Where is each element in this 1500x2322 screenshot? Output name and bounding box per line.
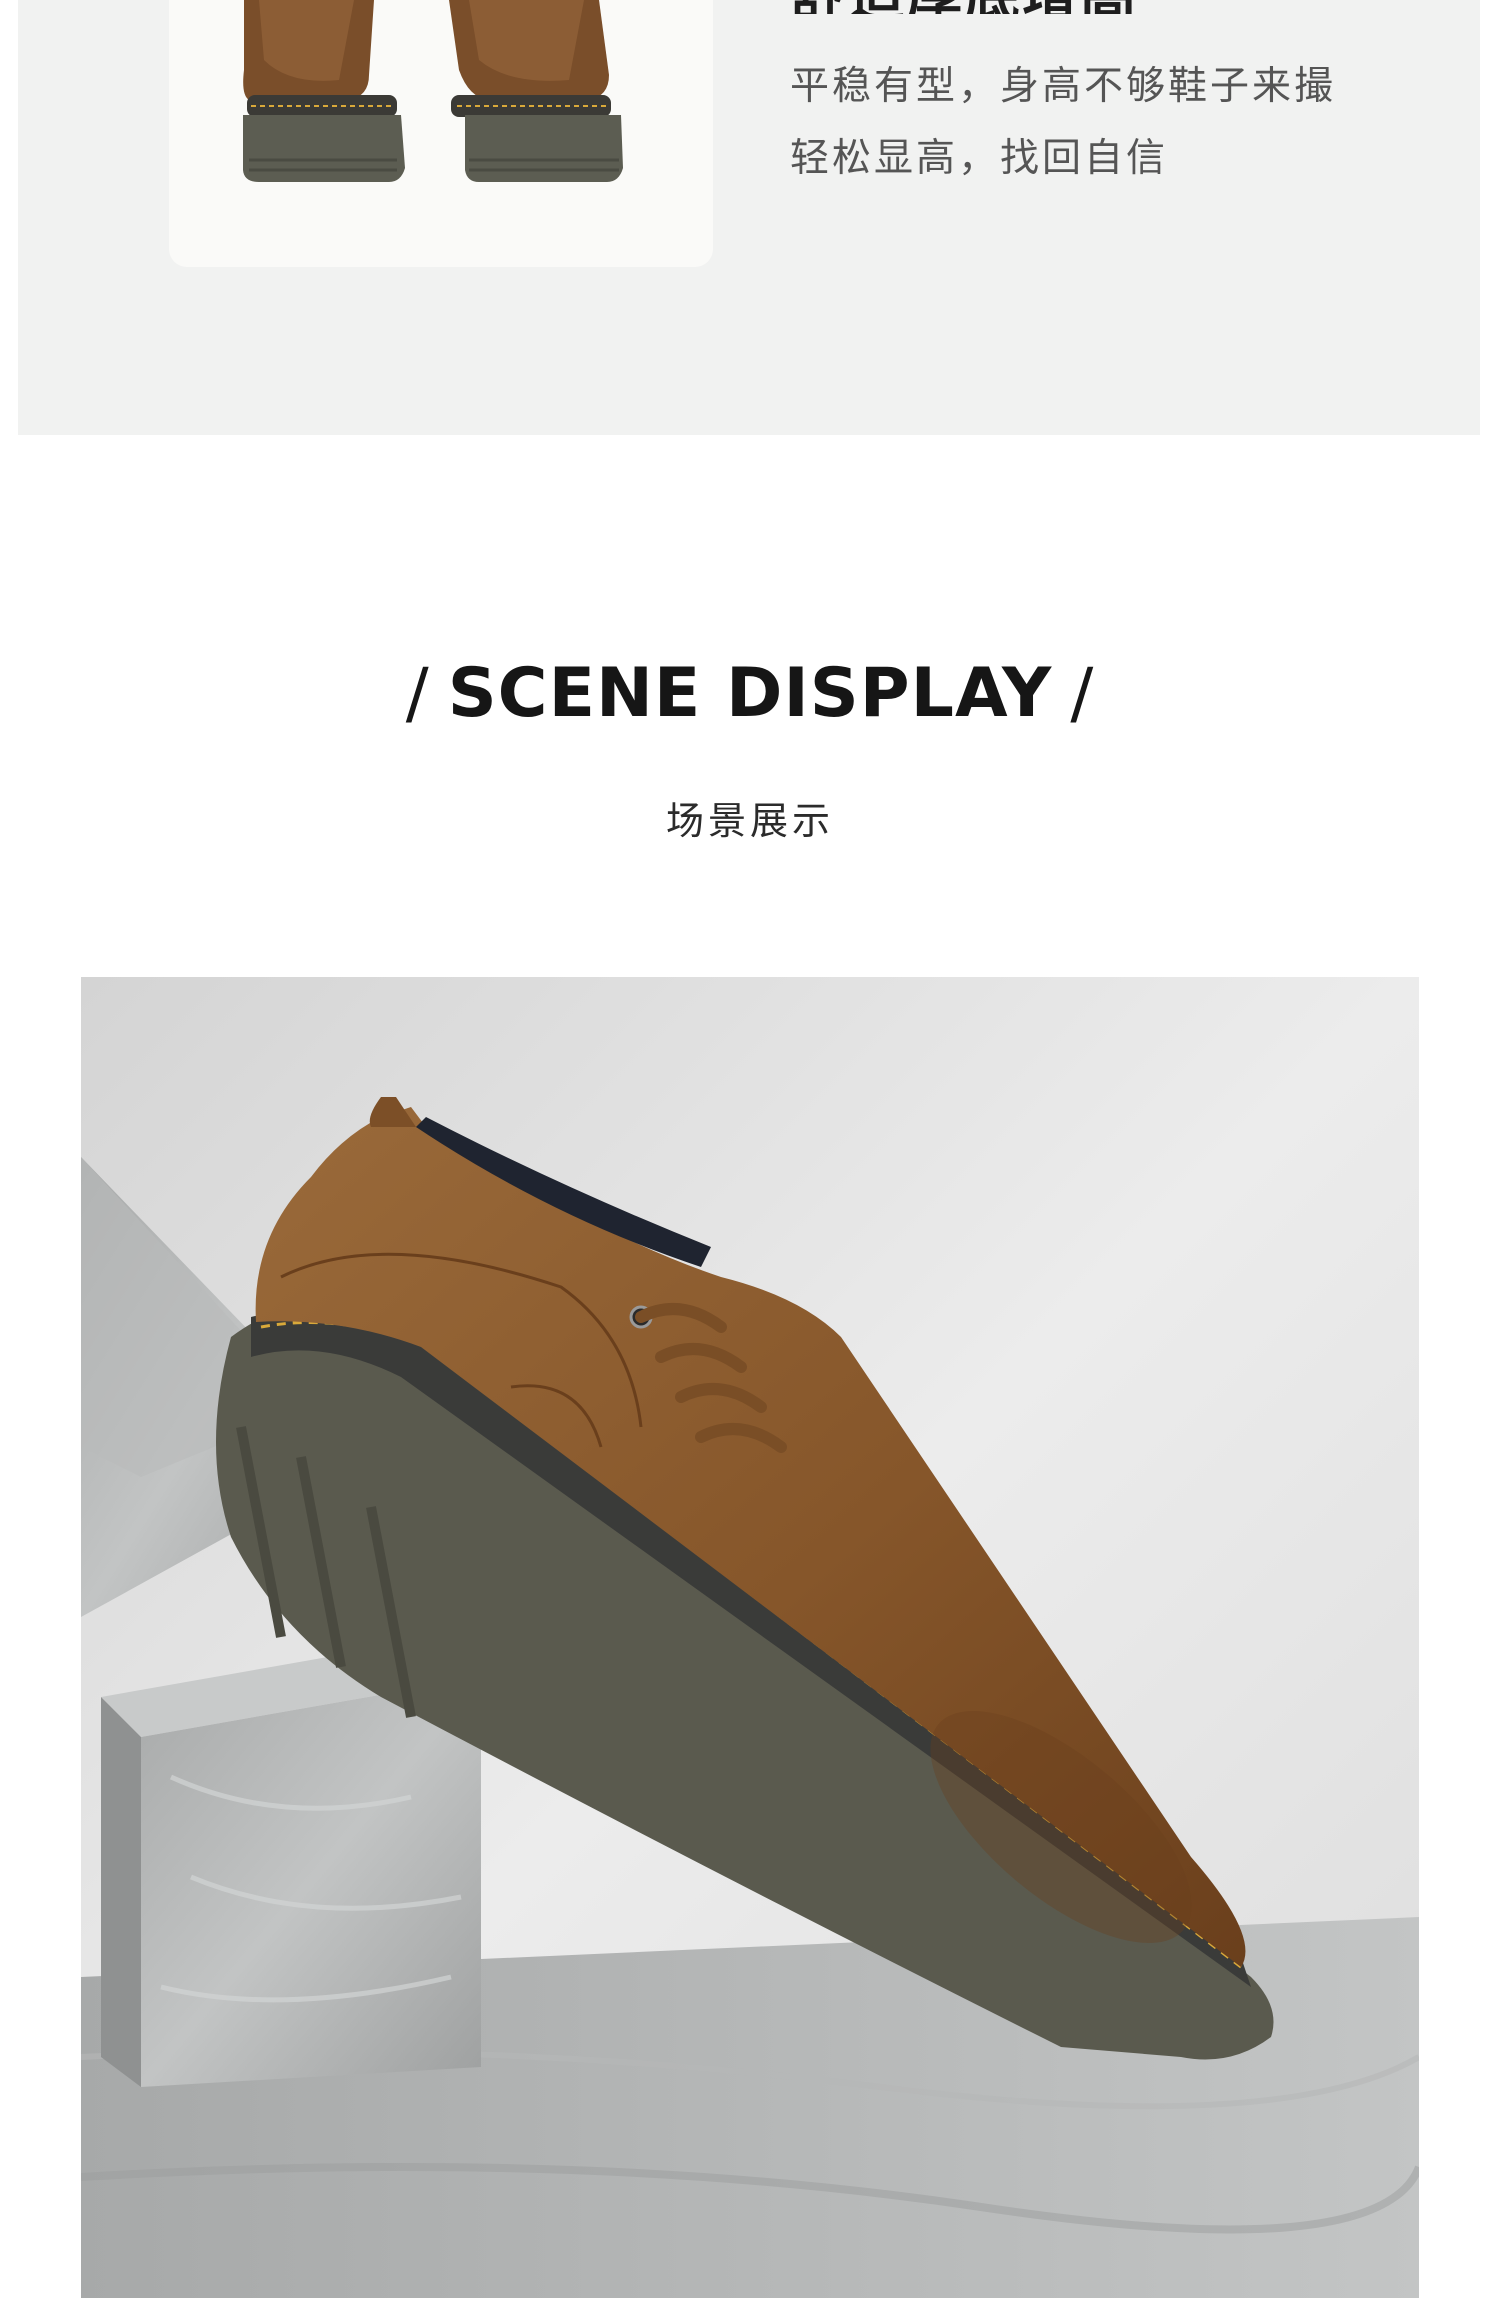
- scene-photo-illustration: [81, 977, 1419, 2298]
- section-title-text: SCENE DISPLAY: [447, 654, 1053, 733]
- title-slash-left: /: [405, 654, 430, 733]
- scene-photo: [81, 977, 1419, 2298]
- shoe-pair-image: [243, 0, 623, 182]
- shoe-pair-image-card: [169, 0, 713, 267]
- feature-panel: 舒适厚底增高 平稳有型，身高不够鞋子来撮 轻松显高，找回自信: [18, 0, 1480, 435]
- feature-heading: 舒适厚底增高: [790, 0, 1350, 14]
- section-subtitle: 场景展示: [665, 799, 834, 843]
- feature-description-line-1: 平稳有型，身高不够鞋子来撮: [790, 64, 1337, 109]
- feature-description-line-2: 轻松显高，找回自信: [790, 136, 1169, 181]
- section-title: / SCENE DISPLAY /: [0, 654, 1500, 733]
- title-slash-right: /: [1070, 654, 1095, 733]
